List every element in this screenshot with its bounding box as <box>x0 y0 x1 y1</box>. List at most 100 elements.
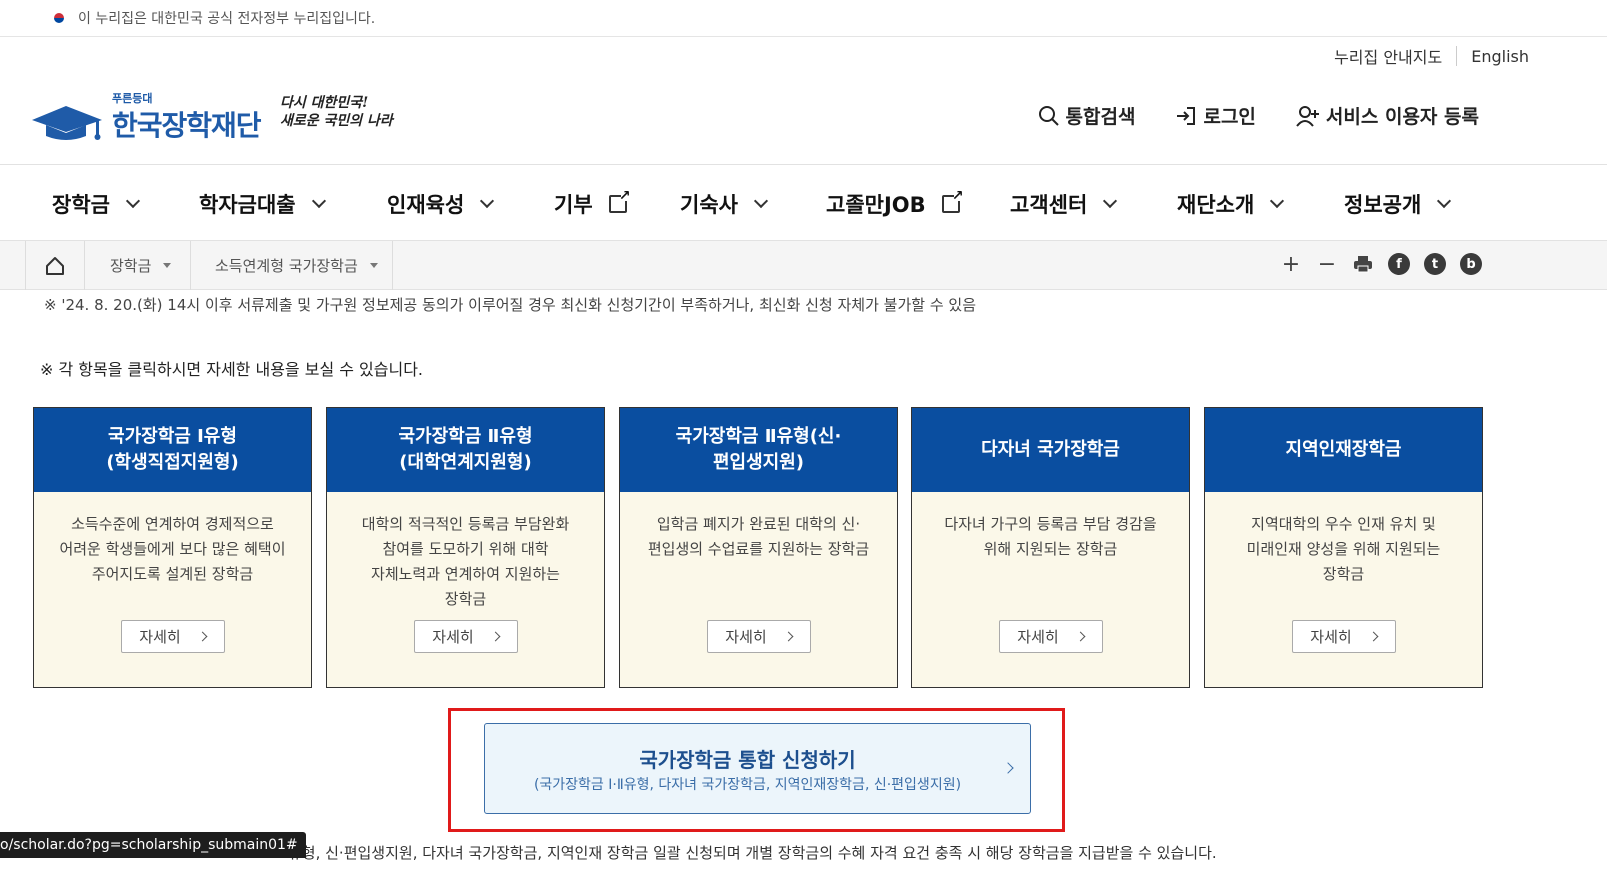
nav-label: 정보공개 <box>1344 193 1422 217</box>
login-link[interactable]: 로그인 <box>1175 102 1256 129</box>
deadline-notice: ※ '24. 8. 20.(화) 14시 이후 서류제출 및 가구원 정보제공 … <box>44 296 977 314</box>
chevron-down-icon <box>1103 193 1118 209</box>
card-title-line1: 국가장학금 Ⅱ유형 <box>398 426 533 447</box>
logo-subtext: 푸른등대 <box>112 92 153 105</box>
facebook-icon[interactable]: f <box>1388 253 1410 275</box>
search-link[interactable]: 통합검색 <box>1038 102 1135 129</box>
breadcrumb: 장학금 소득연계형 국가장학금 + − f t b <box>0 241 1607 290</box>
nav-disclosure[interactable]: 정보공개 <box>1344 189 1452 219</box>
more-label: 자세히 <box>1310 628 1352 646</box>
card-title-line2: (대학연계지원형) <box>399 452 532 473</box>
main-nav: 장학금 학자금대출 인재육성 기부 기숙사 고졸만JOB 고객센터 재단소개 정… <box>0 164 1607 241</box>
slogan-line2: 새로운 국민의 나라 <box>280 113 393 129</box>
page-tools: + − f t b <box>1280 252 1482 277</box>
english-link[interactable]: English <box>1471 47 1529 66</box>
nav-label: 학자금대출 <box>199 193 296 217</box>
card-title: 다자녀 국가장학금 <box>912 408 1189 492</box>
card-regional[interactable]: 지역인재장학금 지역대학의 우수 인재 유치 및 미래인재 양성을 위해 지원되… <box>1204 407 1483 688</box>
desc-line: 소득수준에 연계하여 경제적으로 <box>71 515 274 533</box>
home-button[interactable] <box>25 241 85 290</box>
card-multichild[interactable]: 다자녀 국가장학금 다자녀 가구의 등록금 부담 경감을 위해 지원되는 장학금… <box>911 407 1190 688</box>
logo-text: 한국장학재단 <box>112 109 262 142</box>
card-title-line2: (학생직접지원형) <box>106 452 239 473</box>
external-link-icon <box>608 188 631 213</box>
nav-student-loan[interactable]: 학자금대출 <box>199 189 326 219</box>
chevron-right-icon <box>1368 631 1379 642</box>
desc-line: 입학금 폐지가 완료된 대학의 신· <box>656 515 861 533</box>
desc-line: 참여를 도모하기 위해 대학 <box>382 540 549 558</box>
chevron-right-icon <box>783 631 794 642</box>
nav-label: 고객센터 <box>1010 193 1088 217</box>
nav-about[interactable]: 재단소개 <box>1177 189 1285 219</box>
apply-button[interactable]: 국가장학금 통합 신청하기 (국가장학금 Ⅰ·Ⅱ유형, 다자녀 국가장학금, 지… <box>484 723 1031 814</box>
desc-line: 위해 지원되는 장학금 <box>983 540 1118 558</box>
chevron-down-icon <box>1270 193 1285 209</box>
desc-line: 어려운 학생들에게 보다 많은 혜택이 <box>59 540 286 558</box>
nav-job[interactable]: 고졸만JOB <box>826 188 964 219</box>
sitemap-link[interactable]: 누리집 안내지도 <box>1334 44 1442 68</box>
card-desc: 입학금 폐지가 완료된 대학의 신· 편입생의 수업료를 지원하는 장학금 <box>620 492 897 620</box>
more-label: 자세히 <box>725 628 767 646</box>
site-logo[interactable]: 푸른등대 한국장학재단 <box>30 90 262 144</box>
nav-label: 재단소개 <box>1177 193 1255 217</box>
nav-dormitory[interactable]: 기숙사 <box>680 189 769 219</box>
chevron-right-icon <box>490 631 501 642</box>
login-icon <box>1177 106 1196 125</box>
card-type2[interactable]: 국가장학금 Ⅱ유형 (대학연계지원형) 대학의 적극적인 등록금 부담완화 참여를… <box>326 407 605 688</box>
twitter-icon[interactable]: t <box>1424 253 1446 275</box>
more-label: 자세히 <box>1017 628 1059 646</box>
nav-donation[interactable]: 기부 <box>554 188 631 219</box>
divider <box>1456 46 1458 66</box>
slogan: 다시 대한민국! 새로운 국민의 나라 <box>280 94 393 130</box>
apply-info-text: 유형, 신·편입생지원, 다자녀 국가장학금, 지역인재 장학금 일괄 신청되며… <box>288 844 1217 862</box>
header-links: 통합검색 로그인 서비스 이용자 등록 <box>1038 102 1479 129</box>
chevron-right-icon <box>1075 631 1086 642</box>
nav-customer-center[interactable]: 고객센터 <box>1010 189 1118 219</box>
chevron-down-icon <box>125 193 141 209</box>
more-button[interactable]: 자세히 <box>1291 620 1396 653</box>
breadcrumb-level2-label: 소득연계형 국가장학금 <box>215 257 358 275</box>
gov-banner: 이 누리집은 대한민국 공식 전자정부 누리집입니다. <box>0 0 1607 37</box>
breadcrumb-level1-label: 장학금 <box>110 257 152 275</box>
breadcrumb-level2[interactable]: 소득연계형 국가장학금 <box>191 241 393 290</box>
site-header: 푸른등대 한국장학재단 다시 대한민국! 새로운 국민의 나라 통합검색 로그인… <box>0 80 1607 164</box>
desc-line: 자체노력과 연계하여 지원하는 <box>371 565 560 583</box>
desc-line: 장학금 <box>444 590 487 608</box>
desc-line: 장학금 <box>1322 565 1365 583</box>
chevron-down-icon <box>1437 193 1452 209</box>
zoom-out-icon[interactable]: − <box>1316 252 1338 277</box>
card-title-line1: 다자녀 국가장학금 <box>981 439 1120 460</box>
search-icon <box>1038 105 1059 126</box>
blog-icon[interactable]: b <box>1460 253 1482 275</box>
card-title: 국가장학금 Ⅰ유형 (학생직접지원형) <box>34 408 311 492</box>
more-button[interactable]: 자세히 <box>706 620 811 653</box>
card-type2-transfer[interactable]: 국가장학금 Ⅱ유형(신· 편입생지원) 입학금 폐지가 완료된 대학의 신· 편입… <box>619 407 898 688</box>
desc-line: 주어지도록 설계된 장학금 <box>91 565 254 583</box>
more-label: 자세히 <box>432 628 474 646</box>
card-type1[interactable]: 국가장학금 Ⅰ유형 (학생직접지원형) 소득수준에 연계하여 경제적으로 어려운 … <box>33 407 312 688</box>
desc-line: 편입생의 수업료를 지원하는 장학금 <box>647 540 870 558</box>
desc-line: 대학의 적극적인 등록금 부담완화 <box>361 515 570 533</box>
card-desc: 소득수준에 연계하여 경제적으로 어려운 학생들에게 보다 많은 혜택이 주어지… <box>34 492 311 620</box>
chevron-right-icon <box>197 631 208 642</box>
register-link[interactable]: 서비스 이용자 등록 <box>1296 102 1479 129</box>
card-title: 국가장학금 Ⅱ유형(신· 편입생지원) <box>620 408 897 492</box>
print-icon[interactable] <box>1352 253 1374 275</box>
more-button[interactable]: 자세히 <box>998 620 1103 653</box>
more-label: 자세히 <box>139 628 181 646</box>
desc-line: 미래인재 양성을 위해 지원되는 <box>1246 540 1441 558</box>
card-desc: 지역대학의 우수 인재 유치 및 미래인재 양성을 위해 지원되는 장학금 <box>1205 492 1482 620</box>
korea-flag-icon <box>50 11 68 25</box>
zoom-in-icon[interactable]: + <box>1280 252 1302 277</box>
nav-scholarship[interactable]: 장학금 <box>52 189 141 219</box>
card-title-line1: 국가장학금 Ⅱ유형(신· <box>675 426 842 447</box>
more-button[interactable]: 자세히 <box>413 620 518 653</box>
status-bar-url: o/scholar.do?pg=scholarship_submain01# <box>0 832 306 858</box>
slogan-line1: 다시 대한민국! <box>280 95 369 111</box>
desc-line: 지역대학의 우수 인재 유치 및 <box>1251 515 1436 533</box>
more-button[interactable]: 자세히 <box>120 620 225 653</box>
chevron-down-icon <box>311 193 326 209</box>
nav-talent[interactable]: 인재육성 <box>387 189 495 219</box>
card-desc: 대학의 적극적인 등록금 부담완화 참여를 도모하기 위해 대학 자체노력과 연… <box>327 492 604 620</box>
breadcrumb-level1[interactable]: 장학금 <box>86 241 191 290</box>
